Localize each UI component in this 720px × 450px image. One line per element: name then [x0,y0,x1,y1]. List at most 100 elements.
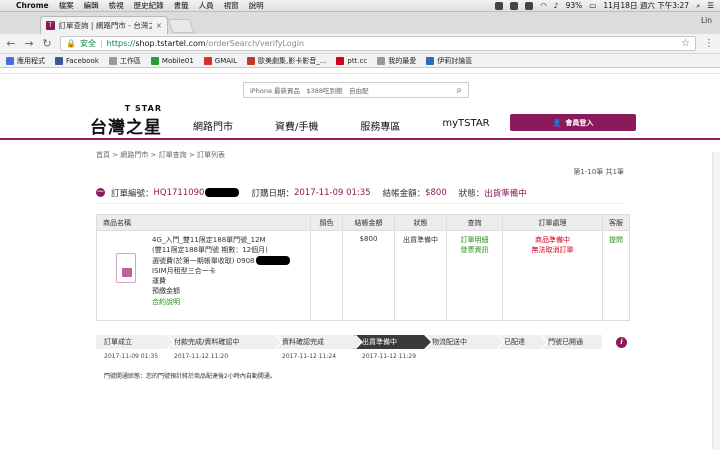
tstar-logo[interactable]: T STAR 台灣之星 [90,104,162,138]
order-summary[interactable]: − 訂單編號： HQ1711090 訂購日期： 2017-11-09 01:35… [96,182,624,204]
order-date-label: 訂購日期： [251,188,294,199]
product-line: 預繳金額 [152,287,180,296]
nav-plans-phones[interactable]: 資費/手機 [275,118,318,133]
new-tab-button[interactable] [167,19,195,33]
search-icon[interactable]: ⌕ [696,1,700,11]
processing-note: 無法取消訂單 [531,246,574,254]
menu-bookmarks[interactable]: 書籤 [174,0,189,11]
activation-notice: 門號開通狀態：您的門號預計將於商品配達後2小時內自動開通。 [104,373,276,380]
breadcrumb[interactable]: 首頁 > 網路門市 > 訂單查詢 > 訂單列表 [0,140,720,164]
menu-help[interactable]: 說明 [249,0,264,11]
progress-step-label: 物流配送中 [432,338,467,346]
lock-icon[interactable]: 🔒 [66,39,76,48]
bookmark-icon [426,56,435,65]
progress-step-label: 已配達 [504,338,525,346]
product-lines: 4G_入門_雙11限定188單門號_12M (雙11限定188單門號 期數：12… [152,235,290,307]
progress-step: 資料確認完成 [274,334,363,350]
menu-history[interactable]: 歷史紀錄 [134,0,164,11]
status-icon[interactable] [510,1,519,10]
redaction-mark [205,188,240,197]
bookmark-item[interactable]: 伊莉討論區 [426,56,472,66]
tab-title: 訂單查詢 | 網路門市 - 台灣之星 [58,21,152,30]
tab-close-icon[interactable]: × [156,21,162,30]
product-line: ISIM月租型三合一卡 [152,266,216,275]
menu-view[interactable]: 檢視 [109,0,124,11]
progress-dates: 2017-11-09 01:35 2017-11-12 11:20 2017-11-… [96,349,720,361]
browser-tab[interactable]: T 訂單查詢 | 網路門市 - 台灣之星 × [40,16,168,34]
profile-name[interactable]: Lin [701,16,712,25]
bookmark-label: 應用程式 [17,56,45,65]
bookmark-item[interactable]: 工作區 [108,56,141,66]
reload-icon[interactable]: ↻ [42,37,52,50]
menu-file[interactable]: 檔案 [59,0,74,11]
collapse-icon[interactable]: − [96,188,105,197]
progress-step-date: 2017-11-12 11:29 [362,353,417,360]
product-cell: 4G_入門_雙11限定188單門號_12M (雙11限定188單門號 期數：12… [96,230,311,321]
url-input[interactable]: 🔒 安全 | https://shop.tstartel.com/orderSe… [60,36,696,51]
menu-app-name[interactable]: Chrome [16,1,49,10]
order-number-label: 訂單編號： [111,188,154,199]
menu-window[interactable]: 視窗 [224,0,239,11]
bookmark-star-icon[interactable]: ☆ [681,38,690,49]
bookmark-item[interactable]: Facebook [55,56,99,65]
menu-edit[interactable]: 編輯 [84,0,99,11]
login-label: 會員登入 [565,118,594,127]
bookmark-item[interactable]: ptt.cc [336,56,367,65]
product-line-text: 選號費(於第一期帳單收取) 0908 [152,256,255,265]
tstar-favicon-icon: T [46,21,55,30]
col-color: 顏色 [310,214,343,231]
bookmark-item[interactable]: 應用程式 [6,56,45,66]
menu-people[interactable]: 人員 [199,0,214,11]
progress-step: 訂單成立 [96,334,175,350]
col-processing: 訂單處理 [502,214,603,231]
status-icon[interactable] [525,1,534,10]
progress-step: 物流配送中 [424,334,505,350]
nav-online-store[interactable]: 網路門市 [193,118,233,133]
bookmark-icon [150,56,159,65]
site-search-box[interactable]: iPhone 最新買品 $388吃到飽 自由配 ⌕ [243,82,469,98]
progress-step-label: 出貨準備中 [362,338,397,346]
bookmark-item[interactable]: 我的最愛 [377,56,416,66]
battery-icon[interactable]: ▭ [589,1,596,10]
bookmark-item[interactable]: 歐美劇集,影卡影音_... [247,56,326,66]
site-header: iPhone 最新買品 $388吃到飽 自由配 ⌕ T STAR 台灣之星 網路… [0,74,720,138]
url-host: shop.tstartel.com [135,39,206,48]
os-menubar: Chrome 檔案 編輯 檢視 歷史紀錄 書籤 人員 視窗 說明 ◠ ♪ 93%… [0,0,720,12]
step-arrow [540,335,547,349]
progress-step-date: 2017-11-09 01:35 [104,353,159,360]
processing-status: 商品準備中 [535,236,570,244]
more-menu-icon[interactable]: ⋮ [704,38,714,49]
clock[interactable]: 11月18日 週六 下午3:27 [603,0,689,11]
color-cell [310,230,343,321]
nav-services[interactable]: 服務專區 [360,118,400,133]
menu-list-icon[interactable]: ☰ [707,1,714,10]
sim-chip [122,268,132,277]
forward-icon[interactable]: → [24,37,34,50]
logo-en: T STAR [124,104,162,113]
member-login-button[interactable]: 👤 會員登入 [510,114,636,131]
order-detail-link[interactable]: 訂單明細 [450,235,499,245]
step-arrow [424,335,431,349]
progress-step-label: 門號已開通 [548,338,583,346]
info-icon[interactable]: i [616,337,627,348]
order-amount-value: $800 [425,187,447,198]
bookmark-item[interactable]: Mobile01 [150,56,194,65]
bookmark-icon [55,56,63,65]
contract-link[interactable]: 合約說明 [152,297,290,307]
bookmark-icon [6,56,14,65]
ask-question-link[interactable]: 提問 [606,235,626,245]
invoice-info-link[interactable]: 發票資訊 [450,245,499,255]
volume-icon[interactable]: ♪ [554,1,559,10]
bookmark-label: 歐美劇集,影卡影音_... [258,56,327,65]
back-icon[interactable]: ← [6,37,16,50]
nav-mytstar[interactable]: myTSTAR [442,118,489,133]
status-icon[interactable] [495,1,504,10]
page-scrollbar[interactable] [712,152,720,450]
main-nav: 網路門市 資費/手機 服務專區 myTSTAR [193,118,532,133]
bookmark-icon [108,56,117,65]
wifi-icon[interactable]: ◠ [540,1,547,10]
bookmark-item[interactable]: GMAIL [203,56,237,65]
order-date-value: 2017-11-09 01:35 [293,187,371,198]
col-product: 商品名稱 [96,214,311,231]
search-icon[interactable]: ⌕ [456,85,462,96]
